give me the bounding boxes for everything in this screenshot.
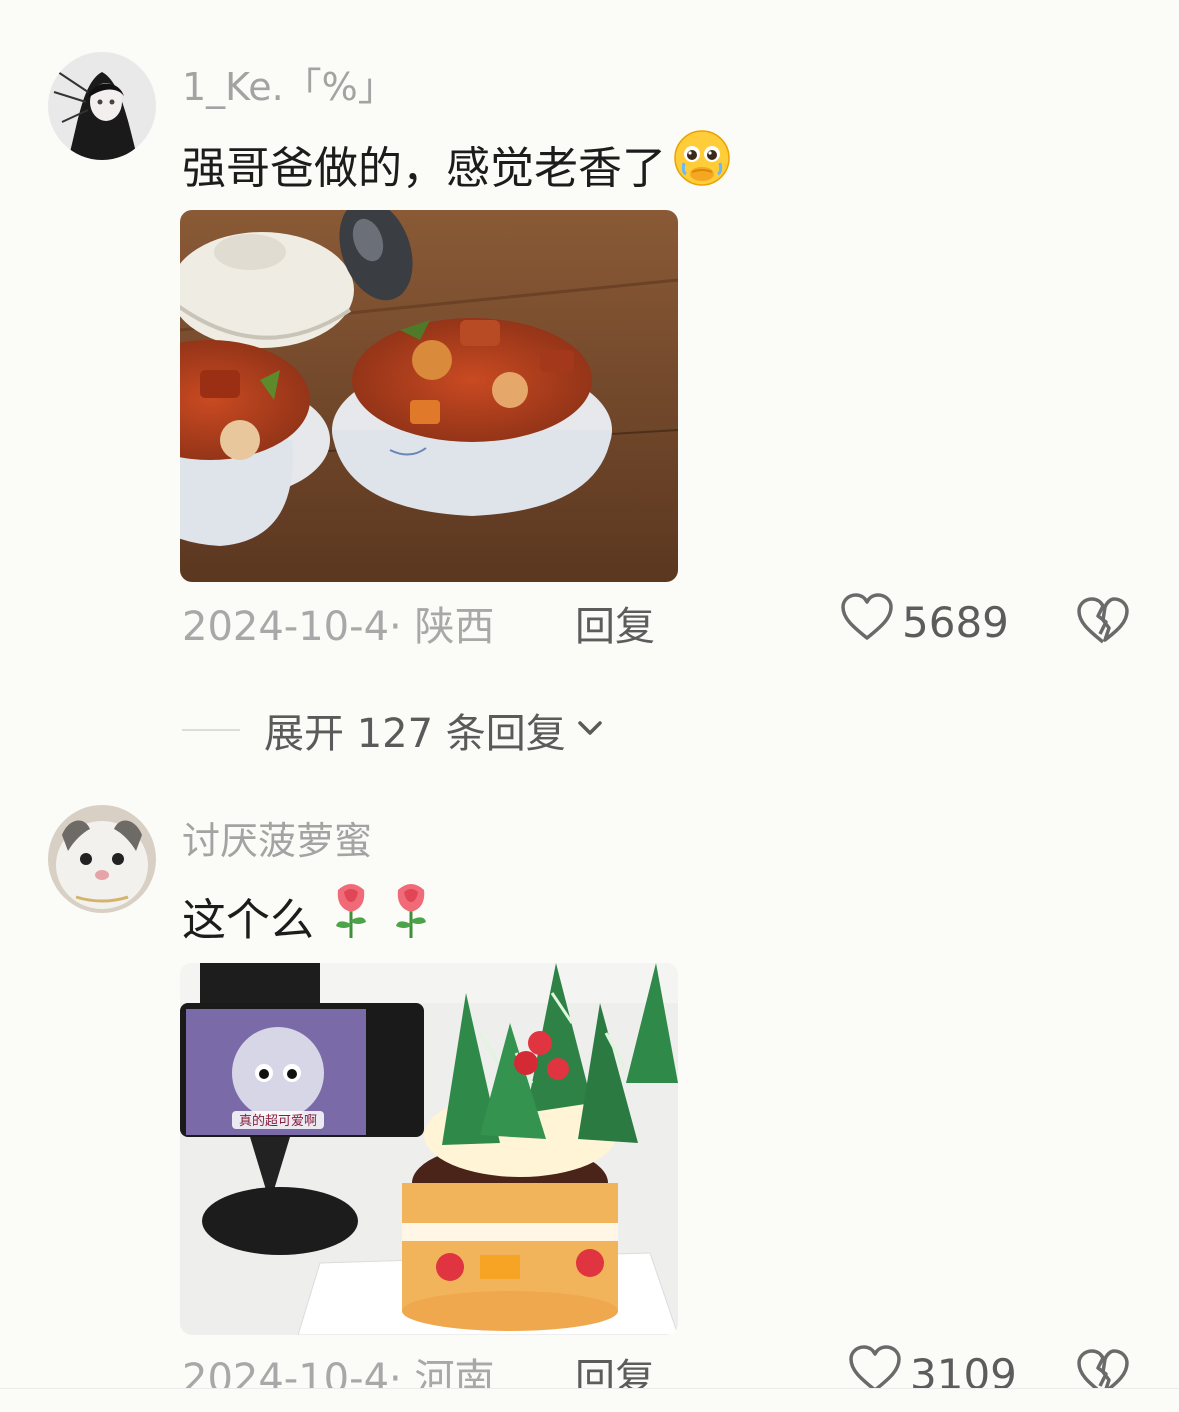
like-count: 5689	[902, 597, 1009, 647]
divider	[182, 729, 240, 731]
phone-caption: 真的超可爱啊	[239, 1113, 317, 1129]
bottom-bar	[0, 1388, 1179, 1412]
comment-text: 强哥爸做的，感觉老香了	[182, 128, 732, 199]
chevron-down-icon	[572, 710, 608, 750]
comment-body: 这个么	[182, 894, 314, 946]
comment-body: 强哥爸做的，感觉老香了	[182, 142, 666, 194]
avatar[interactable]	[48, 805, 156, 913]
like-button[interactable]: 5689	[840, 592, 1009, 652]
pleading-crying-face-icon	[672, 128, 732, 199]
comment-meta: 2024-10-4· 陕西 回复 5689	[182, 592, 1179, 656]
comment-text: 这个么	[182, 880, 434, 951]
comment-photo[interactable]: 真的超可爱啊	[180, 963, 678, 1335]
username[interactable]: 1_Ke.「%」	[182, 56, 396, 111]
broken-heart-icon[interactable]	[1076, 596, 1130, 656]
username[interactable]: 讨厌菠萝蜜	[182, 810, 372, 865]
avatar[interactable]	[48, 52, 156, 160]
rose-icon	[328, 880, 374, 951]
expand-replies-button[interactable]: 展开 127 条回复	[182, 700, 608, 760]
comment-list: 1_Ke.「%」 强哥爸做的，感觉老香了 2024-10-4· 陕西 回复 56…	[0, 0, 1179, 1412]
reply-button[interactable]: 回复	[575, 594, 655, 652]
date-location: 2024-10-4· 陕西	[182, 604, 495, 650]
comment-photo[interactable]	[180, 210, 678, 582]
expand-replies-label: 展开 127 条回复	[264, 711, 566, 757]
comment-item: 讨厌菠萝蜜 这个么 真的超可爱啊 2024-10-4· 河南 回复 3109	[0, 760, 1179, 1412]
heart-icon	[840, 592, 894, 652]
comment-item: 1_Ke.「%」 强哥爸做的，感觉老香了 2024-10-4· 陕西 回复 56…	[0, 0, 1179, 700]
rose-icon	[388, 880, 434, 951]
